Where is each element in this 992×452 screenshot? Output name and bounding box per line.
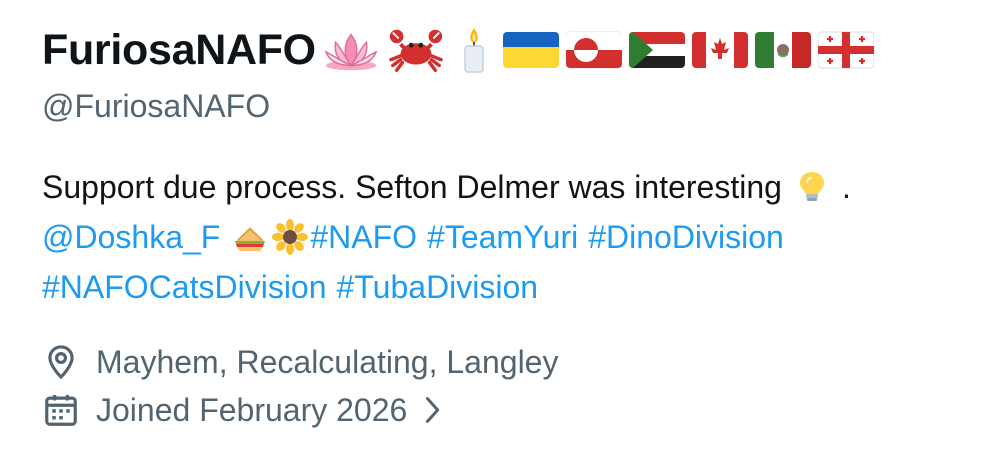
- flag-mexico-icon: [754, 26, 811, 74]
- bio-line-2: @Doshka_F #NAFO #TeamYuri #DinoDivision: [42, 212, 982, 262]
- location-pin-icon: [42, 343, 80, 381]
- hashtag-tubadivision[interactable]: #TubaDivision: [337, 262, 539, 312]
- sandwich-icon: [232, 219, 268, 255]
- hashtag-nafo[interactable]: #NAFO: [310, 212, 417, 262]
- bio-line-3: #NAFOCatsDivision #TubaDivision: [42, 262, 982, 312]
- chevron-right-icon[interactable]: [419, 394, 445, 426]
- name-emoji-list: [322, 26, 881, 74]
- bio-text: Support due process. Sefton Delmer was i…: [42, 169, 782, 205]
- candle-icon: [452, 26, 496, 74]
- hashtag-dinodivision[interactable]: #DinoDivision: [588, 212, 784, 262]
- join-date-text: Joined February 2026: [96, 391, 408, 428]
- hashtag-teamyuri[interactable]: #TeamYuri: [427, 212, 578, 262]
- profile-header: FuriosaNAFO @FuriosaNAFO Support due pro…: [42, 0, 982, 452]
- profile-location: Mayhem, Recalculating, Langley: [42, 339, 558, 385]
- hashtag-nafocatsdivision[interactable]: #NAFOCatsDivision: [42, 262, 327, 312]
- bio-line-1: Support due process. Sefton Delmer was i…: [42, 162, 982, 212]
- mention-link-doshka[interactable]: @Doshka_F: [42, 212, 220, 262]
- profile-join-date[interactable]: Joined February 2026: [42, 387, 445, 433]
- flag-canada-icon: [691, 26, 748, 74]
- display-name: FuriosaNAFO: [42, 25, 316, 74]
- crab-icon: [387, 26, 445, 74]
- profile-bio: Support due process. Sefton Delmer was i…: [42, 162, 982, 312]
- lotus-icon: [322, 26, 380, 74]
- flag-georgia-icon: [817, 26, 874, 74]
- flag-sudan-icon: [628, 26, 685, 74]
- display-name-row: FuriosaNAFO: [42, 20, 881, 80]
- bio-period: .: [841, 169, 851, 205]
- flag-greenland-icon: [565, 26, 622, 74]
- calendar-icon: [42, 391, 80, 429]
- location-text: Mayhem, Recalculating, Langley: [96, 343, 559, 380]
- user-handle: @FuriosaNAFO: [42, 88, 271, 124]
- lightbulb-icon: [794, 169, 830, 205]
- sunflower-icon: [272, 219, 309, 255]
- flag-ukraine-icon: [502, 26, 559, 74]
